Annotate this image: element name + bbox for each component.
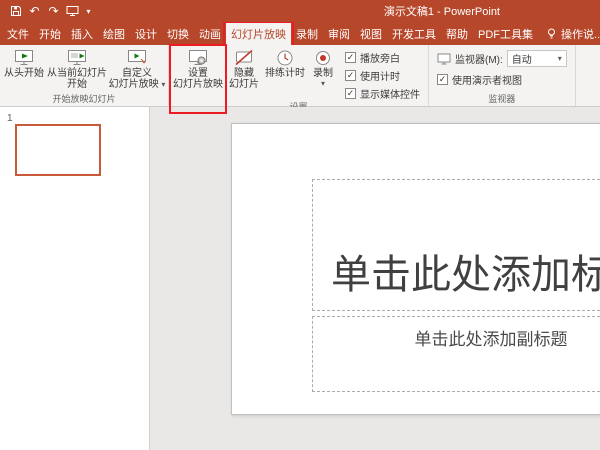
tab-draw[interactable]: 绘图 — [98, 22, 130, 45]
slide-number: 1 — [7, 113, 13, 124]
custom-slideshow-icon — [126, 48, 148, 68]
subtitle-placeholder[interactable]: 单击此处添加副标题 — [312, 316, 600, 392]
group-start-slideshow-body: 从头开始 从当前幻灯片 开始 — [0, 45, 168, 93]
play-narrations-label: 播放旁白 — [360, 50, 400, 65]
monitor-row: 监视器(M): 自动 ▾ — [437, 50, 567, 67]
checkbox-icon: ✓ — [345, 88, 356, 99]
tab-developer[interactable]: 开发工具 — [387, 22, 441, 45]
tab-view[interactable]: 视图 — [355, 22, 387, 45]
window-title: 演示文稿1 - PowerPoint — [384, 3, 500, 19]
titlebar: ↶ ↷ ▾ 演示文稿1 - PowerPoint — [0, 0, 600, 22]
ribbon-tab-bar: 文件 开始 插入 绘图 设计 切换 动画 幻灯片放映 录制 审阅 视图 开发工具… — [0, 22, 600, 45]
from-beginning-label: 从头开始 — [4, 68, 44, 79]
show-media-controls-label: 显示媒体控件 — [360, 86, 420, 101]
setup-checkboxes: ✓ 播放旁白 ✓ 使用计时 ✓ 显示媒体控件 — [339, 46, 426, 101]
tab-design[interactable]: 设计 — [130, 22, 162, 45]
monitor-select[interactable]: 自动 ▾ — [507, 50, 567, 67]
tab-file[interactable]: 文件 — [2, 22, 34, 45]
combo-caret-icon: ▾ — [558, 54, 562, 63]
hide-slide-button[interactable]: 隐藏 幻灯片 — [225, 46, 263, 101]
record-icon — [313, 48, 333, 68]
use-timings-label: 使用计时 — [360, 68, 400, 83]
tab-slideshow[interactable]: 幻灯片放映 — [226, 22, 291, 45]
checkbox-icon: ✓ — [345, 70, 356, 81]
from-current-label-line1: 从当前幻灯片 — [47, 68, 107, 79]
start-slideshow-icon[interactable] — [63, 2, 82, 20]
tab-pdf-tools[interactable]: PDF工具集 — [473, 22, 538, 45]
rehearse-timings-button[interactable]: 排练计时 — [263, 46, 307, 101]
show-media-controls-checkbox[interactable]: ✓ 显示媒体控件 — [345, 86, 420, 101]
tab-insert[interactable]: 插入 — [66, 22, 98, 45]
checkbox-icon: ✓ — [345, 52, 356, 63]
setup-slideshow-icon — [187, 48, 209, 68]
undo-icon[interactable]: ↶ — [25, 2, 44, 20]
monitor-select-value: 自动 — [512, 51, 532, 66]
from-current-slide-button[interactable]: 从当前幻灯片 开始 — [46, 46, 108, 93]
hide-slide-icon — [233, 48, 255, 68]
setup-slideshow-label-line2: 幻灯片放映 — [173, 79, 223, 90]
presenter-view-checkbox[interactable]: ✓ 使用演示者视图 — [437, 72, 567, 87]
play-from-beginning-icon — [13, 48, 35, 68]
rehearse-timings-label: 排练计时 — [265, 68, 305, 79]
tab-review[interactable]: 审阅 — [323, 22, 355, 45]
title-placeholder[interactable]: 单击此处添加标题 — [312, 179, 600, 311]
subtitle-placeholder-text: 单击此处添加副标题 — [415, 325, 568, 350]
powerpoint-window: ↶ ↷ ▾ 演示文稿1 - PowerPoint 文件 开始 插入 绘图 设计 … — [0, 0, 600, 450]
from-beginning-button[interactable]: 从头开始 — [2, 46, 46, 93]
dropdown-caret-icon: ▾ — [161, 80, 165, 89]
qat-dropdown-icon[interactable]: ▾ — [82, 2, 95, 20]
tab-help[interactable]: 帮助 — [441, 22, 473, 45]
main-area: 1 单击此处添加标题 单击此处添加副标题 — [0, 107, 600, 450]
editing-canvas: 单击此处添加标题 单击此处添加副标题 — [150, 107, 600, 450]
monitor-icon — [437, 53, 451, 65]
ribbon-filler — [576, 45, 600, 106]
group-monitors: 监视器(M): 自动 ▾ ✓ 使用演示者视图 监视器 — [429, 45, 576, 106]
hide-slide-label-line1: 隐藏 — [234, 68, 254, 79]
tab-transitions[interactable]: 切换 — [162, 22, 194, 45]
ribbon: 从头开始 从当前幻灯片 开始 — [0, 45, 600, 107]
group-setup-body: 设置 幻灯片放映 隐藏 幻灯片 — [169, 45, 428, 101]
slide-thumbnail-panel: 1 — [0, 107, 150, 450]
redo-icon[interactable]: ↷ — [44, 2, 63, 20]
record-dropdown-caret-icon: ▾ — [321, 79, 325, 88]
use-timings-checkbox[interactable]: ✓ 使用计时 — [345, 68, 420, 83]
record-label: 录制 — [313, 68, 333, 79]
tab-home[interactable]: 开始 — [34, 22, 66, 45]
tellme-box[interactable]: 操作说... — [542, 22, 600, 45]
play-narrations-checkbox[interactable]: ✓ 播放旁白 — [345, 50, 420, 65]
title-placeholder-text: 单击此处添加标题 — [331, 242, 600, 300]
group-setup: 设置 幻灯片放映 隐藏 幻灯片 — [169, 45, 429, 106]
group-label-start-slideshow: 开始放映幻灯片 — [0, 93, 168, 106]
custom-slideshow-button[interactable]: 自定义 幻灯片放映 ▾ — [108, 46, 166, 93]
slide-1-thumbnail[interactable] — [15, 124, 101, 176]
save-icon[interactable] — [6, 2, 25, 20]
monitor-label: 监视器(M): — [455, 51, 503, 66]
play-from-current-icon — [66, 48, 88, 68]
group-start-slideshow: 从头开始 从当前幻灯片 开始 — [0, 45, 169, 106]
custom-slideshow-label-line1: 自定义 — [122, 68, 152, 79]
tab-animations[interactable]: 动画 — [194, 22, 226, 45]
presenter-view-label: 使用演示者视图 — [452, 72, 522, 87]
slide-editing-surface[interactable]: 单击此处添加标题 单击此处添加副标题 — [231, 123, 600, 415]
from-current-label-line2: 开始 — [67, 79, 87, 90]
clock-icon — [275, 48, 295, 68]
tab-slideshow-label: 幻灯片放映 — [231, 26, 286, 42]
setup-slideshow-label-line1: 设置 — [188, 68, 208, 79]
tellme-icon — [546, 28, 557, 40]
hide-slide-label-line2: 幻灯片 — [229, 79, 259, 90]
group-label-monitors: 监视器 — [429, 93, 575, 106]
record-button[interactable]: 录制 ▾ — [307, 46, 339, 101]
tab-record[interactable]: 录制 — [291, 22, 323, 45]
setup-slideshow-button[interactable]: 设置 幻灯片放映 — [171, 46, 225, 101]
checkbox-icon: ✓ — [437, 74, 448, 85]
custom-slideshow-label-line2: 幻灯片放映 ▾ — [109, 79, 166, 90]
group-monitors-body: 监视器(M): 自动 ▾ ✓ 使用演示者视图 — [429, 45, 575, 93]
tellme-label: 操作说... — [561, 26, 600, 42]
